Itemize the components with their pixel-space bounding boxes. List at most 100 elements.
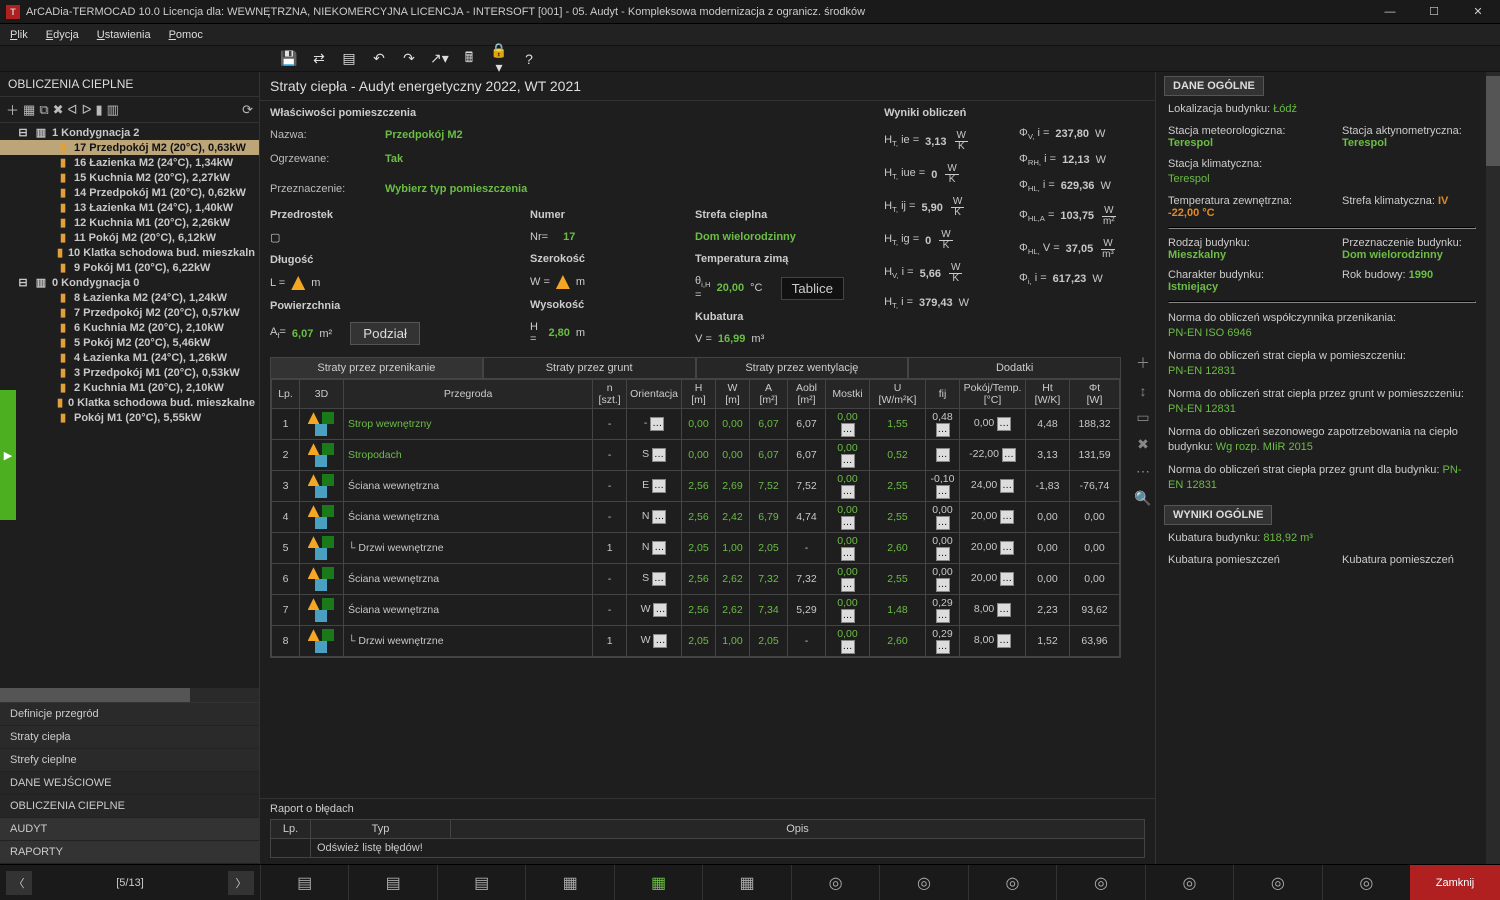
lock-icon[interactable]: 🔒▾ bbox=[490, 42, 508, 76]
tree-item[interactable]: ▮13 Łazienka M1 (24°C), 1,40kW bbox=[0, 200, 259, 215]
menu-settings[interactable]: Ustawienia bbox=[97, 29, 151, 41]
sb-icon-5[interactable]: ▦ bbox=[614, 865, 702, 900]
tree-item[interactable]: ▮0 Klatka schodowa bud. mieszkalne bbox=[0, 395, 259, 410]
fij-picker[interactable]: … bbox=[936, 516, 950, 530]
sb-icon-9[interactable]: ◎ bbox=[968, 865, 1056, 900]
table-row[interactable]: 1Strop wewnętrzny-- …0,000,006,076,070,0… bbox=[272, 409, 1120, 440]
fij-picker[interactable]: … bbox=[936, 609, 950, 623]
przeznaczenie-value[interactable]: Wybierz typ pomieszczenia bbox=[385, 183, 527, 195]
sb-icon-6[interactable]: ▦ bbox=[702, 865, 790, 900]
grid-header[interactable]: W [m] bbox=[716, 380, 750, 409]
tab-przenikanie[interactable]: Straty przez przenikanie bbox=[270, 357, 483, 379]
minimize-button[interactable]: — bbox=[1368, 0, 1412, 24]
side-nav-item[interactable]: DANE WEJŚCIOWE bbox=[0, 772, 259, 795]
temp-picker[interactable]: … bbox=[1000, 541, 1014, 555]
right-scrollbar[interactable] bbox=[1486, 72, 1500, 864]
tree-item[interactable]: ▮3 Przedpokój M1 (20°C), 0,53kW bbox=[0, 365, 259, 380]
sb-icon-2[interactable]: ▤ bbox=[348, 865, 436, 900]
grid-move-icon[interactable]: ↕ bbox=[1140, 383, 1147, 399]
table-row[interactable]: 3Ściana wewnętrzna-E …2,562,697,527,520,… bbox=[272, 471, 1120, 502]
grid-header[interactable]: H [m] bbox=[682, 380, 716, 409]
tree-item[interactable]: ▮6 Kuchnia M2 (20°C), 2,10kW bbox=[0, 320, 259, 335]
tab-grunt[interactable]: Straty przez grunt bbox=[483, 357, 696, 379]
temp-value[interactable]: 20,00 bbox=[717, 282, 745, 294]
sb-icon-7[interactable]: ◎ bbox=[791, 865, 879, 900]
side-nav-item[interactable]: OBLICZENIA CIEPLNE bbox=[0, 795, 259, 818]
pow-value[interactable]: 6,07 bbox=[292, 328, 313, 340]
tab-wentylacja[interactable]: Straty przez wentylację bbox=[696, 357, 909, 379]
tree-item[interactable]: ▮8 Łazienka M2 (24°C), 1,24kW bbox=[0, 290, 259, 305]
grid-more-icon[interactable]: ⋯ bbox=[1136, 463, 1150, 480]
sb-icon-11[interactable]: ◎ bbox=[1145, 865, 1233, 900]
room-tree[interactable]: ⊟▥1 Kondygnacja 2▮17 Przedpokój M2 (20°C… bbox=[0, 123, 259, 688]
orient-picker[interactable]: … bbox=[652, 510, 666, 524]
temp-picker[interactable]: … bbox=[997, 417, 1011, 431]
grid-header[interactable]: Orientacja bbox=[627, 380, 682, 409]
tree-item[interactable]: ▮7 Przedpokój M2 (20°C), 0,57kW bbox=[0, 305, 259, 320]
orient-picker[interactable]: … bbox=[652, 448, 666, 462]
side-nav-item[interactable]: AUDYT bbox=[0, 818, 259, 841]
new-doc-icon[interactable]: ▦ bbox=[23, 102, 35, 118]
sb-icon-3[interactable]: ▤ bbox=[437, 865, 525, 900]
tree-item[interactable]: ▮5 Pokój M2 (20°C), 5,46kW bbox=[0, 335, 259, 350]
tree-item[interactable]: ▮15 Kuchnia M2 (20°C), 2,27kW bbox=[0, 170, 259, 185]
grid-header[interactable]: Mostki bbox=[826, 380, 870, 409]
numer-value[interactable]: 17 bbox=[563, 231, 575, 243]
tree-item[interactable]: ▮16 Łazienka M2 (24°C), 1,34kW bbox=[0, 155, 259, 170]
orient-picker[interactable]: … bbox=[650, 417, 664, 431]
table-row[interactable]: 6Ściana wewnętrzna-S …2,562,627,327,320,… bbox=[272, 564, 1120, 595]
menu-file[interactable]: Plik bbox=[10, 29, 28, 41]
redo-icon[interactable]: ↷ bbox=[400, 50, 418, 67]
tab-dodatki[interactable]: Dodatki bbox=[908, 357, 1121, 379]
sb-icon-8[interactable]: ◎ bbox=[879, 865, 967, 900]
grid-header[interactable]: n [szt.] bbox=[593, 380, 627, 409]
fij-picker[interactable]: … bbox=[936, 578, 950, 592]
table-row[interactable]: 8└ Drzwi wewnętrzne1W …2,051,002,05-0,00… bbox=[272, 626, 1120, 657]
sb-icon-13[interactable]: ◎ bbox=[1322, 865, 1410, 900]
nav-fwd-icon[interactable]: ᐅ bbox=[82, 102, 92, 118]
grid-header[interactable]: Aobl [m²] bbox=[788, 380, 826, 409]
fire-icon[interactable]: ▮ bbox=[96, 102, 103, 118]
err-refresh-msg[interactable]: Odśwież listę błędów! bbox=[311, 839, 1145, 858]
fij-picker[interactable]: … bbox=[936, 485, 950, 499]
grid-delete-icon[interactable]: ✖ bbox=[1137, 436, 1149, 453]
mostki-picker[interactable]: … bbox=[841, 578, 855, 592]
delete-icon[interactable]: ✖ bbox=[53, 102, 64, 118]
zamknij-button[interactable]: Zamknij bbox=[1410, 865, 1500, 900]
temp-picker[interactable]: … bbox=[997, 634, 1011, 648]
side-nav-item[interactable]: RAPORTY bbox=[0, 841, 259, 864]
orient-picker[interactable]: … bbox=[652, 541, 666, 555]
tree-item[interactable]: ▮Pokój M1 (20°C), 5,55kW bbox=[0, 410, 259, 425]
temp-picker[interactable]: … bbox=[1000, 479, 1014, 493]
table-row[interactable]: 7Ściana wewnętrzna-W …2,562,627,345,290,… bbox=[272, 595, 1120, 626]
sb-icon-1[interactable]: ▤ bbox=[260, 865, 348, 900]
mostki-picker[interactable]: … bbox=[841, 423, 855, 437]
group-icon[interactable]: ▥ bbox=[107, 102, 119, 118]
fij-picker[interactable]: … bbox=[936, 547, 950, 561]
mostki-picker[interactable]: … bbox=[841, 454, 855, 468]
fij-picker[interactable]: … bbox=[936, 640, 950, 654]
help-icon[interactable]: ? bbox=[520, 51, 538, 67]
copy-icon[interactable]: ⧉ bbox=[39, 102, 48, 118]
sync-icon[interactable]: ⇄ bbox=[310, 50, 328, 67]
mostki-picker[interactable]: … bbox=[841, 516, 855, 530]
tree-item[interactable]: ▮12 Kuchnia M1 (20°C), 2,26kW bbox=[0, 215, 259, 230]
maximize-button[interactable]: ☐ bbox=[1412, 0, 1456, 24]
add-icon[interactable]: ＋ bbox=[6, 100, 19, 119]
side-nav-item[interactable]: Straty ciepła bbox=[0, 726, 259, 749]
mostki-picker[interactable]: … bbox=[841, 609, 855, 623]
nav-prev-button[interactable]: 〈 bbox=[6, 871, 32, 895]
nav-back-icon[interactable]: ᐊ bbox=[68, 102, 78, 118]
side-nav-item[interactable]: Definicje przegród bbox=[0, 703, 259, 726]
mostki-picker[interactable]: … bbox=[841, 485, 855, 499]
tree-item[interactable]: ⊟▥1 Kondygnacja 2 bbox=[0, 125, 259, 140]
left-flyout-handle[interactable]: ▶ bbox=[0, 390, 16, 520]
tree-item[interactable]: ▮11 Pokój M2 (20°C), 6,12kW bbox=[0, 230, 259, 245]
export-dropdown-icon[interactable]: ↗▾ bbox=[430, 50, 448, 67]
temp-picker[interactable]: … bbox=[1000, 572, 1014, 586]
side-nav-item[interactable]: Strefy cieplne bbox=[0, 749, 259, 772]
tree-item[interactable]: ▮14 Przedpokój M1 (20°C), 0,62kW bbox=[0, 185, 259, 200]
grid-header[interactable]: Lp. bbox=[272, 380, 300, 409]
podzial-button[interactable]: Podział bbox=[350, 322, 420, 345]
tree-h-scrollbar[interactable] bbox=[0, 688, 259, 702]
